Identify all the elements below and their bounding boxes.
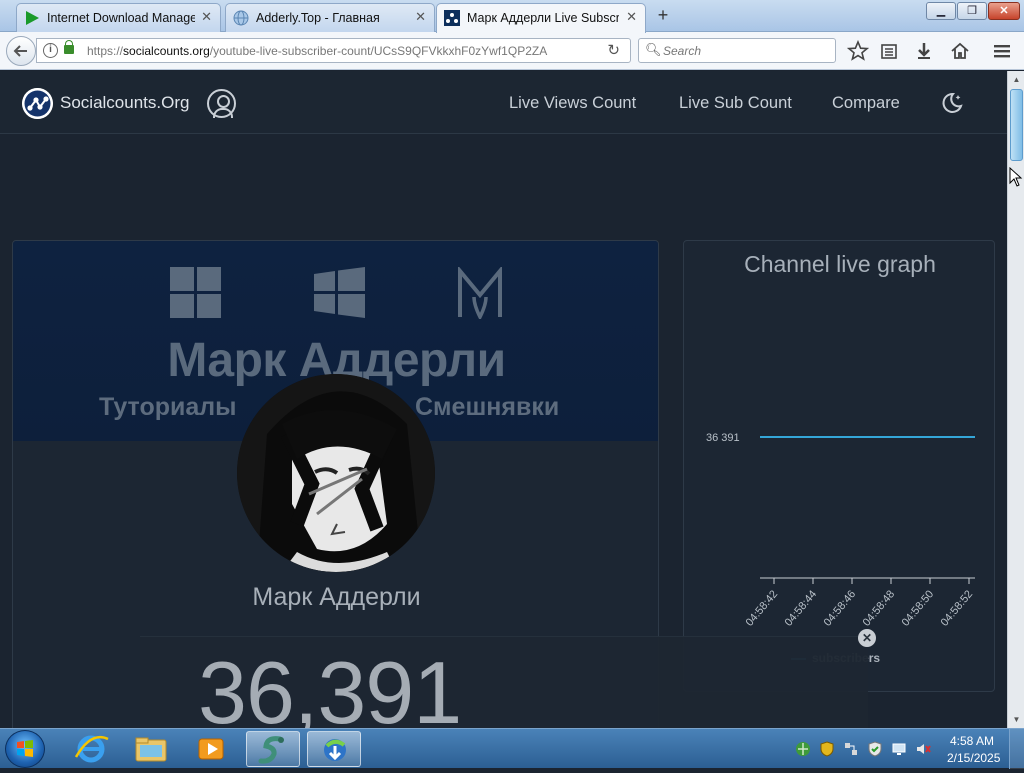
globe-icon (233, 10, 249, 26)
tab-label: Марк Аддерли Live Subscriber (467, 11, 619, 25)
windows-logo-icon (314, 267, 365, 318)
site-header: Socialcounts.Org Live Views Count Live S… (0, 71, 1007, 134)
x-tick-label: 04:58:42 (744, 588, 781, 629)
reload-icon[interactable]: ↻ (607, 41, 620, 59)
star-icon[interactable] (847, 40, 869, 62)
new-tab-button[interactable]: + (652, 5, 674, 27)
y-tick-label: 36 391 (706, 432, 740, 444)
scroll-down-arrow-icon[interactable]: ▼ (1010, 713, 1023, 726)
taskbar-internet-explorer[interactable] (64, 731, 118, 767)
clock-time[interactable]: 4:58 AM (950, 734, 994, 748)
scroll-up-arrow-icon[interactable]: ▲ (1010, 73, 1023, 86)
media-player-icon (198, 738, 224, 760)
x-tick-label: 04:58:44 (783, 588, 820, 629)
browser-tabstrip: Internet Download Manager ✕ Adderly.Top … (0, 0, 1024, 33)
show-desktop-button[interactable] (1009, 729, 1024, 769)
snake-app-icon (258, 736, 284, 764)
x-tick-label: 04:58:52 (939, 588, 976, 629)
site-name[interactable]: Socialcounts.Org (60, 93, 189, 113)
channel-monogram-logo-icon (458, 267, 502, 319)
subscriber-count: 36,391 (198, 643, 462, 728)
idm-play-icon (26, 11, 39, 25)
reading-list-icon[interactable] (878, 40, 900, 62)
live-graph-chart: 04:58:42 04:58:44 04:58:46 04:58:48 04:58:50… (706, 432, 976, 629)
tab-adderly-top[interactable]: Adderly.Top - Главная ✕ (225, 3, 435, 32)
x-tick-label: 04:58:50 (900, 588, 937, 629)
clock-date[interactable]: 2/15/2025 (947, 751, 1000, 765)
tray-network-globe-icon[interactable] (795, 741, 811, 757)
channel-avatar[interactable] (237, 374, 435, 572)
file-explorer-icon (135, 737, 167, 762)
windows-flag-icon (17, 740, 33, 757)
tray-volume-muted-icon[interactable] (915, 741, 931, 757)
web-page: Socialcounts.Org Live Views Count Live S… (0, 71, 1007, 728)
taskbar-media-player[interactable] (184, 731, 238, 767)
address-bar[interactable]: i https://socialcounts.org/youtube-live-… (36, 38, 631, 63)
search-placeholder: Search (663, 44, 702, 58)
tray-display-icon[interactable] (891, 741, 907, 757)
channel-name: Марк Аддерли (252, 583, 421, 611)
back-button[interactable] (6, 36, 36, 66)
search-input[interactable]: 🔍︎ Search (638, 38, 836, 63)
user-account-icon[interactable] (207, 89, 236, 118)
internet-explorer-icon (74, 735, 109, 763)
tab-close-icon[interactable]: ✕ (626, 9, 637, 25)
browser-navbar: i https://socialcounts.org/youtube-live-… (0, 32, 1024, 70)
info-icon[interactable]: i (43, 43, 58, 58)
taskbar-snake-app[interactable] (246, 731, 300, 767)
overlay-close-icon[interactable]: ✕ (858, 629, 876, 647)
tray-security-check-icon[interactable] (867, 741, 883, 757)
banner-left-caption: Туториалы (99, 393, 237, 421)
socialcounts-logo-icon[interactable] (22, 88, 53, 119)
close-window-button[interactable]: ✕ (988, 2, 1020, 20)
arrow-left-icon (13, 45, 27, 57)
dark-mode-moon-icon[interactable] (941, 92, 963, 114)
nav-live-views-count[interactable]: Live Views Count (509, 94, 636, 113)
tab-label: Adderly.Top - Главная (256, 11, 380, 25)
tab-close-icon[interactable]: ✕ (415, 9, 426, 25)
x-tick-label: 04:58:46 (822, 588, 859, 629)
tab-mark-adderly-live[interactable]: Марк Аддерли Live Subscriber ✕ (436, 3, 646, 33)
url-path: /youtube-live-subscriber-count/UCsS9QFVk… (209, 44, 548, 58)
tray-network-share-icon[interactable] (843, 741, 859, 757)
taskbar-idm[interactable] (307, 731, 361, 767)
mouse-cursor-icon (1009, 167, 1023, 187)
url-domain: socialcounts.org (123, 44, 210, 58)
menu-icon[interactable] (991, 40, 1013, 62)
download-icon[interactable] (913, 40, 935, 62)
search-icon: 🔍︎ (645, 42, 662, 57)
windows-taskbar: 4:58 AM 2/15/2025 (0, 728, 1024, 769)
url-prefix: https:// (87, 44, 124, 58)
tab-close-icon[interactable]: ✕ (201, 9, 212, 25)
scrollbar-thumb[interactable] (1010, 89, 1023, 161)
url-text[interactable]: https://socialcounts.org/youtube-live-su… (87, 44, 547, 58)
tab-internet-download-manager[interactable]: Internet Download Manager ✕ (16, 3, 221, 32)
channel-live-graph-card: Channel live graph 04:58:42 04:58:44 04:58… (683, 240, 995, 692)
x-tick-label: 04:58:48 (861, 588, 898, 629)
socialcounts-favicon-icon (444, 10, 460, 26)
taskbar-file-explorer[interactable] (124, 731, 178, 767)
nav-compare[interactable]: Compare (832, 94, 900, 113)
tray-shield-icon[interactable] (819, 741, 835, 757)
nav-live-sub-count[interactable]: Live Sub Count (679, 94, 792, 113)
start-button[interactable] (5, 730, 45, 768)
tab-label: Internet Download Manager (47, 11, 195, 25)
minimize-button[interactable]: ▁ (926, 2, 956, 20)
home-icon[interactable] (949, 40, 971, 62)
lock-icon (64, 40, 74, 54)
banner-right-caption: Смешнявки (415, 393, 560, 421)
windows-tiles-icon (170, 267, 221, 318)
maximize-button[interactable]: ❐ (957, 2, 987, 20)
idm-icon (324, 739, 346, 761)
